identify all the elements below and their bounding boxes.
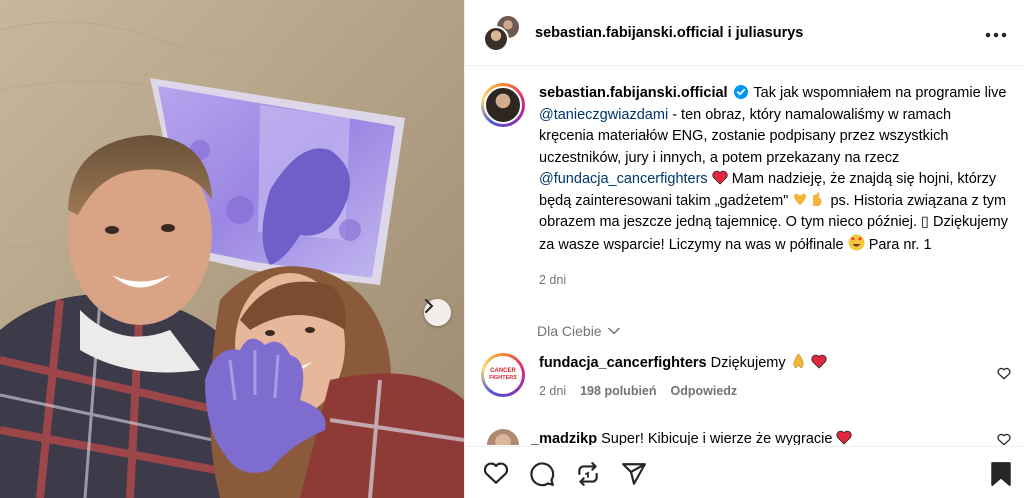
author-link[interactable]: sebastian.fabijanski.official [535,25,724,41]
heart-icon [483,462,509,484]
post-caption: sebastian.fabijanski.official Tak jak ws… [481,83,1011,292]
comment-content: Dziękujemy [710,355,786,371]
comment-username[interactable]: _madzikp [531,431,597,445]
post-actions-bar [465,446,1024,498]
post-authors: sebastian.fabijanski.official i juliasur… [535,25,803,41]
collab-avatars[interactable] [483,13,521,52]
chevron-right-icon [425,299,434,313]
heart-eyes-emoji-icon [848,234,865,250]
repost-button[interactable] [575,461,601,492]
caption-time[interactable]: 2 dni [539,270,1009,292]
red-heart-icon [712,170,728,185]
next-photo-button[interactable] [424,299,451,326]
comment-item: CANCER FIGHTERS fundacja_cancerfighters … [481,353,1011,398]
comment-username[interactable]: fundacja_cancerfighters [539,355,707,371]
author-joiner: i [727,24,732,41]
author-link[interactable]: juliasurys [736,25,804,41]
comment-icon [530,462,555,487]
heart-hands-and-fingers-crossed-icon [794,191,823,206]
heart-icon [997,367,1011,380]
caption-username[interactable]: sebastian.fabijanski.official [539,85,728,101]
more-horizontal-icon [985,32,1007,38]
comment-time[interactable]: 2 dni [539,384,566,398]
bookmark-icon [991,462,1011,486]
comment-item: _madzikp Super! Kibicuje i wierze że wyg… [481,429,1011,445]
comment-likes[interactable]: 198 polubień [580,384,656,398]
reply-button[interactable]: Odpowiedz [671,384,738,398]
avatar[interactable] [487,429,519,445]
comment-meta: 2 dni 198 polubień Odpowiedz [539,384,827,398]
post-side-panel: sebastian.fabijanski.official i juliasur… [464,0,1024,498]
comment-body: _madzikp Super! Kibicuje i wierze że wyg… [531,429,853,445]
photo-illustration [0,0,464,498]
post-photo [0,0,464,498]
mention-link[interactable]: @fundacja_cancerfighters [539,171,708,187]
avatar [483,25,509,52]
red-heart-icon [836,430,853,445]
mention-link[interactable]: @tanieczgwiazdami [539,107,668,123]
praying-hands-icon [793,353,804,369]
heart-icon [997,433,1011,445]
avatar[interactable]: CANCER FIGHTERS [481,353,525,397]
share-button[interactable] [621,461,647,492]
comment-body: fundacja_cancerfighters Dziękujemy 2 dni… [539,353,827,398]
like-comment-button[interactable] [997,367,1011,385]
post-header: sebastian.fabijanski.official i juliasur… [465,0,1024,66]
sort-label: Dla Ciebie [537,323,602,339]
avatar-logo-line: CANCER [490,368,516,374]
avatar [484,86,522,124]
avatar-logo-line: FIGHTERS [489,375,517,381]
comment-text: fundacja_cancerfighters Dziękujemy [539,353,827,374]
verified-badge-icon [733,85,748,99]
story-ring[interactable] [481,83,525,127]
chevron-down-icon [607,327,620,335]
like-button[interactable] [483,461,509,490]
comment-text: _madzikp Super! Kibicuje i wierze że wyg… [531,429,853,445]
more-options-button[interactable] [985,22,1007,42]
comment-content: Super! Kibicuje i wierze że wygracie [601,431,833,445]
like-comment-button[interactable] [997,433,1011,445]
save-button[interactable] [990,461,1012,492]
share-icon [622,463,646,485]
caption-segment: Para nr. 1 [868,236,932,253]
red-heart-icon [811,354,827,369]
caption-segment: Tak jak wspomniałem na programie live [753,85,1007,101]
missing-glyph: ▯ [921,214,929,230]
comments-sort-dropdown[interactable]: Dla Ciebie [537,323,620,339]
comments-section[interactable]: sebastian.fabijanski.official Tak jak ws… [465,67,1024,445]
caption-text: sebastian.fabijanski.official Tak jak ws… [539,83,1009,292]
repost-icon [578,462,598,486]
comment-button[interactable] [529,461,555,492]
